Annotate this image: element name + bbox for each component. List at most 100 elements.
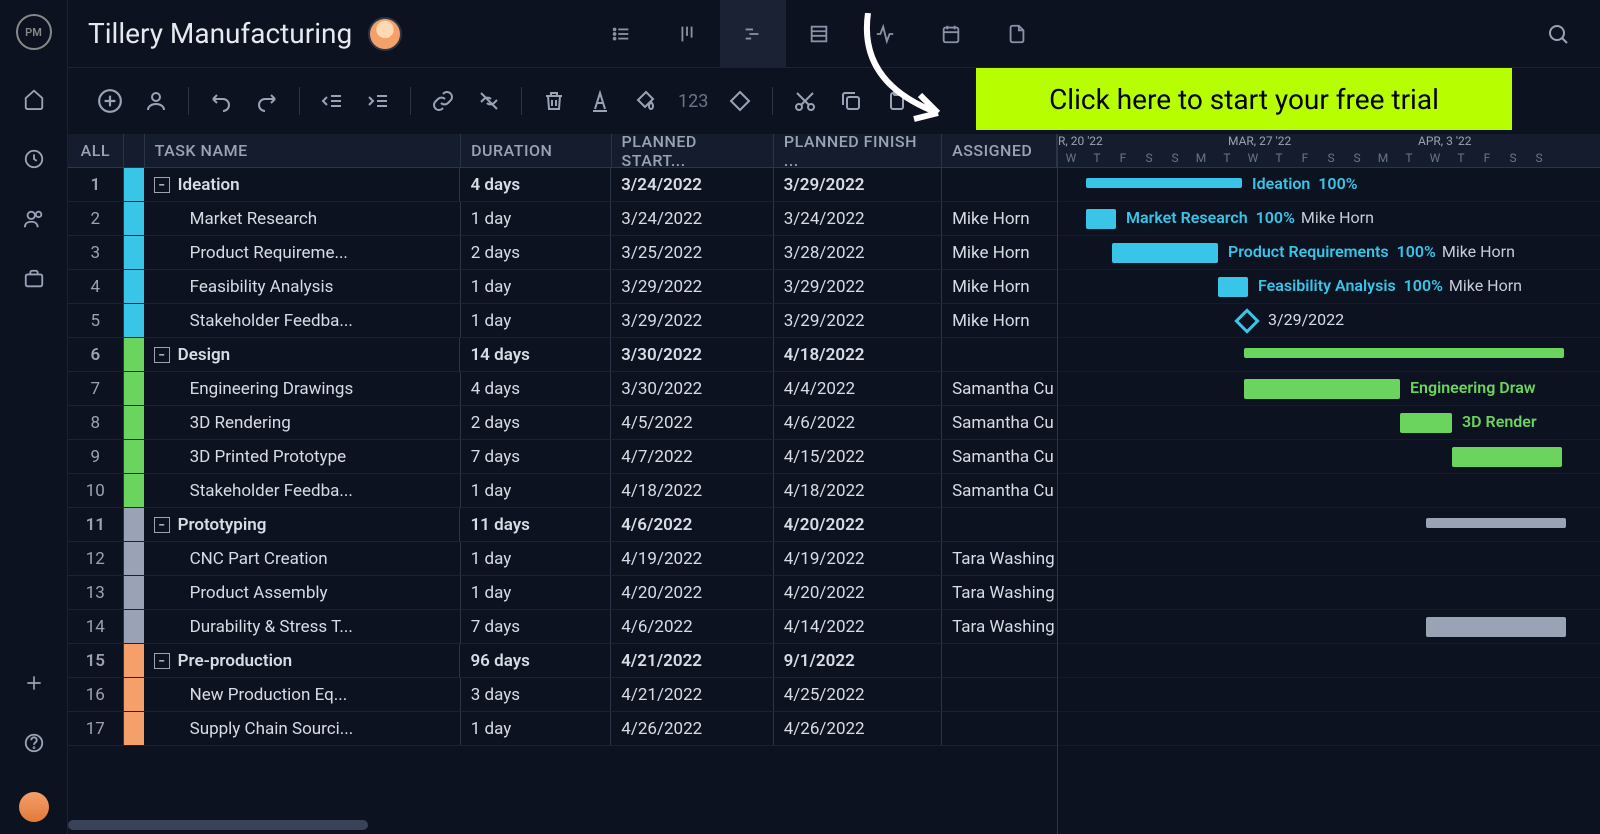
task-row[interactable]: 3Product Requireme...2 days3/25/20223/28… [68,236,1057,270]
gantt-row[interactable] [1058,644,1600,678]
view-activity-icon[interactable] [852,0,918,68]
task-row[interactable]: 2Market Research1 day3/24/20223/24/2022M… [68,202,1057,236]
task-row[interactable]: 15−Pre-production96 days4/21/20229/1/202… [68,644,1057,678]
home-icon[interactable] [23,88,45,110]
gantt-bar[interactable] [1452,447,1562,467]
link-icon[interactable] [429,87,457,115]
task-row[interactable]: 12CNC Part Creation1 day4/19/20224/19/20… [68,542,1057,576]
task-row[interactable]: 14Durability & Stress T...7 days4/6/2022… [68,610,1057,644]
view-board-icon[interactable] [654,0,720,68]
cut-icon[interactable] [791,87,819,115]
undo-icon[interactable] [207,87,235,115]
help-icon[interactable] [23,732,45,754]
gantt-row[interactable] [1058,542,1600,576]
gantt-row[interactable] [1058,440,1600,474]
task-row[interactable]: 5Stakeholder Feedba...1 day3/29/20223/29… [68,304,1057,338]
gantt-label: Engineering Draw [1410,378,1536,397]
gantt-row[interactable]: Ideation 100% [1058,168,1600,202]
view-calendar-icon[interactable] [918,0,984,68]
collapse-icon[interactable]: − [154,177,170,193]
project-avatar[interactable] [368,17,402,51]
user-avatar-small[interactable] [19,792,49,822]
plus-icon[interactable] [23,672,45,694]
view-list-icon[interactable] [588,0,654,68]
app-logo[interactable]: PM [16,14,52,50]
gantt-bar[interactable] [1244,379,1400,399]
gantt-row[interactable]: Feasibility Analysis 100%Mike Horn [1058,270,1600,304]
view-gantt-icon[interactable] [720,0,786,68]
gantt-label: 3D Render [1462,412,1537,431]
col-assigned[interactable]: ASSIGNED [942,134,1057,167]
gantt-label: Ideation 100% [1252,174,1358,193]
gantt-bar[interactable] [1086,209,1116,229]
gantt-row[interactable] [1058,576,1600,610]
h-scrollbar[interactable] [68,820,368,830]
paste-icon[interactable] [883,87,911,115]
gantt-row[interactable] [1058,678,1600,712]
outdent-icon[interactable] [318,87,346,115]
toolbar-123: 123 [678,91,708,112]
unlink-icon[interactable] [475,87,503,115]
project-title: Tillery Manufacturing [88,17,352,50]
gantt-bar[interactable] [1426,518,1566,528]
col-duration[interactable]: DURATION [461,134,611,167]
collapse-icon[interactable]: − [154,653,170,669]
task-row[interactable]: 17Supply Chain Sourci...1 day4/26/20224/… [68,712,1057,746]
grid-header: ALL TASK NAME DURATION PLANNED START... … [68,134,1057,168]
copy-icon[interactable] [837,87,865,115]
add-icon[interactable] [96,87,124,115]
collapse-icon[interactable]: − [154,517,170,533]
briefcase-icon[interactable] [23,268,45,290]
task-row[interactable]: 13Product Assembly1 day4/20/20224/20/202… [68,576,1057,610]
indent-icon[interactable] [364,87,392,115]
gantt-row[interactable]: 3D Render [1058,406,1600,440]
gantt-bar[interactable] [1112,243,1218,263]
task-row[interactable]: 7Engineering Drawings4 days3/30/20224/4/… [68,372,1057,406]
gantt-bar[interactable] [1218,277,1248,297]
toolbar: 123 Click here to start your free trial [68,68,1600,134]
assign-icon[interactable] [142,87,170,115]
gantt-chart[interactable]: R, 20 '22MAR, 27 '22APR, 3 '22 WTFSSMTWT… [1058,134,1600,834]
search-icon[interactable] [1546,22,1570,46]
milestone-label: 3/29/2022 [1268,310,1344,329]
gantt-row[interactable] [1058,338,1600,372]
redo-icon[interactable] [253,87,281,115]
gantt-row[interactable]: Market Research 100%Mike Horn [1058,202,1600,236]
cta-button[interactable]: Click here to start your free trial [976,68,1512,130]
task-row[interactable]: 10Stakeholder Feedba...1 day4/18/20224/1… [68,474,1057,508]
gantt-bar[interactable] [1086,178,1242,188]
gantt-row[interactable]: 3/29/2022 [1058,304,1600,338]
gantt-bar[interactable] [1400,413,1452,433]
task-row[interactable]: 16New Production Eq...3 days4/21/20224/2… [68,678,1057,712]
gantt-row[interactable]: Engineering Draw [1058,372,1600,406]
task-row[interactable]: 1−Ideation4 days3/24/20223/29/2022 [68,168,1057,202]
task-row[interactable]: 83D Rendering2 days4/5/20224/6/2022Saman… [68,406,1057,440]
fill-icon[interactable] [632,87,660,115]
gantt-bar[interactable] [1426,617,1566,637]
view-sheet-icon[interactable] [786,0,852,68]
left-sidebar: PM [0,0,68,834]
task-row[interactable]: 11−Prototyping11 days4/6/20224/20/2022 [68,508,1057,542]
text-color-icon[interactable] [586,87,614,115]
task-row[interactable]: 6−Design14 days3/30/20224/18/2022 [68,338,1057,372]
priority-icon[interactable] [726,87,754,115]
col-start[interactable]: PLANNED START... [612,134,774,167]
gantt-bar[interactable] [1244,348,1564,358]
gantt-row[interactable] [1058,610,1600,644]
collapse-icon[interactable]: − [154,347,170,363]
task-row[interactable]: 93D Printed Prototype7 days4/7/20224/15/… [68,440,1057,474]
col-name[interactable]: TASK NAME [145,134,461,167]
gantt-row[interactable]: Product Requirements 100%Mike Horn [1058,236,1600,270]
gantt-row[interactable] [1058,508,1600,542]
trash-icon[interactable] [540,87,568,115]
col-all[interactable]: ALL [68,134,124,167]
people-icon[interactable] [23,208,45,230]
gantt-row[interactable] [1058,712,1600,746]
view-file-icon[interactable] [984,0,1050,68]
col-finish[interactable]: PLANNED FINISH ... [774,134,942,167]
milestone-icon[interactable] [1234,308,1259,333]
clock-icon[interactable] [23,148,45,170]
task-row[interactable]: 4Feasibility Analysis1 day3/29/20223/29/… [68,270,1057,304]
top-bar: Tillery Manufacturing [68,0,1600,68]
gantt-row[interactable] [1058,474,1600,508]
